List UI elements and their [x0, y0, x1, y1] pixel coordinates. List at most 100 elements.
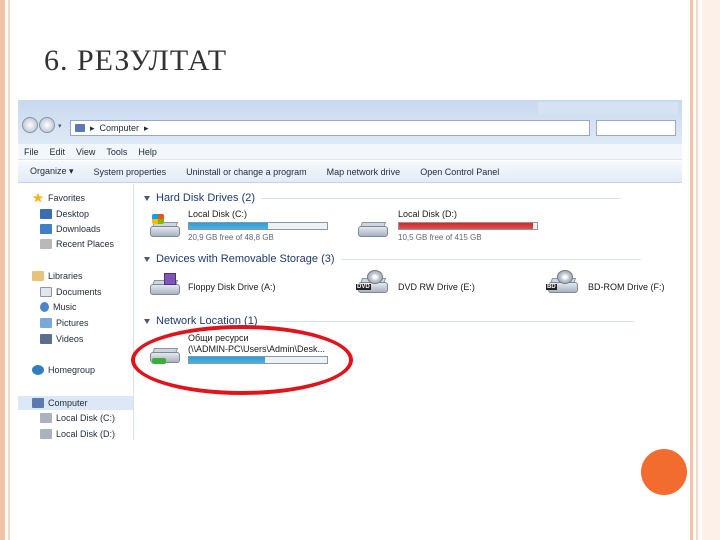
drive-name: Floppy Disk Drive (A:)	[188, 282, 276, 292]
sidebar-item-label: Pictures	[56, 318, 89, 328]
sidebar-item-music[interactable]: Music	[40, 301, 77, 313]
downloads-icon	[40, 224, 52, 234]
collapse-triangle-icon	[144, 256, 150, 262]
sidebar-item-documents[interactable]: Documents	[40, 286, 102, 298]
menu-tools[interactable]: Tools	[106, 147, 127, 157]
group-divider	[263, 320, 634, 322]
group-divider	[261, 197, 622, 199]
chevron-right-icon[interactable]: ▸	[144, 123, 149, 134]
drive-item-bd[interactable]: BD BD-ROM Drive (F:)	[546, 270, 678, 304]
sidebar-item-homegroup[interactable]: Homegroup	[32, 364, 95, 376]
group-header-hard-disks[interactable]: Hard Disk Drives (2)	[144, 191, 622, 205]
group-header-removable[interactable]: Devices with Removable Storage (3)	[144, 252, 641, 266]
sidebar-item-label: Recent Places	[56, 239, 115, 249]
menu-help[interactable]: Help	[138, 147, 157, 157]
sidebar-item-downloads[interactable]: Downloads	[40, 223, 101, 235]
libraries-icon	[32, 271, 44, 281]
navigation-pane: Favorites Desktop Downloads Recent Place…	[18, 184, 134, 440]
sidebar-item-favorites[interactable]: Favorites	[32, 192, 85, 204]
drive-name: Local Disk (D:)	[398, 209, 458, 219]
menu-view[interactable]: View	[76, 147, 95, 157]
free-space-text: 20,9 GB free of 48,8 GB	[188, 233, 274, 242]
menu-bar: File Edit View Tools Help	[18, 144, 682, 160]
search-input[interactable]	[596, 120, 676, 136]
drive-name: DVD RW Drive (E:)	[398, 282, 475, 292]
desktop-icon	[40, 209, 52, 219]
sidebar-item-label: Videos	[56, 334, 84, 344]
drive-icon	[40, 413, 52, 423]
sidebar-item-videos[interactable]: Videos	[40, 333, 83, 345]
explorer-window: ▾ ▸ Computer ▸ File Edit View Tools Help…	[18, 100, 682, 440]
forward-button[interactable]	[39, 117, 55, 133]
drive-item-dvd[interactable]: DVD DVD RW Drive (E:)	[356, 270, 508, 304]
floppy-drive-icon	[150, 272, 180, 298]
menu-edit[interactable]: Edit	[50, 147, 66, 157]
sidebar-item-libraries[interactable]: Libraries	[32, 270, 83, 282]
videos-icon	[40, 334, 52, 344]
sidebar-item-local-c[interactable]: Local Disk (C:)	[40, 412, 115, 424]
sidebar-item-label: Favorites	[48, 193, 86, 203]
collapse-triangle-icon	[144, 195, 150, 201]
star-icon	[32, 192, 44, 203]
menu-file[interactable]: File	[24, 147, 39, 157]
title-bar: ▾ ▸ Computer ▸	[18, 100, 682, 144]
dvd-drive-icon: DVD	[356, 270, 388, 296]
hard-drive-icon	[150, 214, 180, 240]
sidebar-item-label: Computer	[48, 398, 88, 408]
drive-item-floppy[interactable]: Floppy Disk Drive (A:)	[150, 270, 320, 304]
recent-places-icon	[40, 239, 52, 249]
sidebar-item-label: Desktop	[56, 209, 90, 219]
slide-border-right-inner	[696, 0, 698, 540]
sidebar-item-label: Homegroup	[48, 365, 96, 375]
slide-title: 6. РЕЗУЛТАТ	[44, 44, 228, 77]
address-bar[interactable]: ▸ Computer ▸	[70, 120, 590, 136]
sidebar-item-label: Documents	[56, 287, 102, 297]
drive-name: Local Disk (C:)	[188, 209, 248, 219]
slide-border-right	[690, 0, 693, 540]
sidebar-item-local-d[interactable]: Local Disk (D:)	[40, 428, 115, 440]
sidebar-item-computer[interactable]: Computer	[32, 397, 88, 409]
group-title: Hard Disk Drives (2)	[156, 192, 256, 204]
window-controls[interactable]	[538, 102, 678, 114]
bd-badge: BD	[546, 284, 557, 290]
accent-dot	[641, 449, 687, 495]
sidebar-item-recent-places[interactable]: Recent Places	[40, 238, 114, 250]
hard-drive-icon	[358, 214, 388, 240]
sidebar-item-pictures[interactable]: Pictures	[40, 317, 89, 329]
bd-drive-icon: BD	[546, 270, 578, 296]
windows-logo-icon	[152, 214, 164, 224]
highlight-ellipse	[131, 325, 353, 395]
music-icon	[40, 302, 49, 312]
map-network-drive-button[interactable]: Map network drive	[327, 167, 401, 177]
open-control-panel-button[interactable]: Open Control Panel	[420, 167, 499, 177]
capacity-bar	[188, 222, 328, 230]
pictures-icon	[40, 318, 52, 328]
slide-border-left-inner	[8, 0, 10, 540]
drive-name: BD-ROM Drive (F:)	[588, 282, 665, 292]
content-pane: Hard Disk Drives (2) Local Disk (C:) 20,…	[136, 184, 682, 440]
sidebar-item-label: Local Disk (C:)	[56, 413, 116, 423]
homegroup-icon	[32, 365, 44, 375]
drive-item-c[interactable]: Local Disk (C:) 20,9 GB free of 48,8 GB	[150, 208, 360, 242]
command-bar: Organize ▾ System properties Uninstall o…	[18, 161, 682, 183]
documents-icon	[40, 287, 52, 297]
drive-icon	[40, 429, 52, 439]
recent-pages-dropdown[interactable]: ▾	[58, 122, 62, 130]
system-properties-button[interactable]: System properties	[94, 167, 167, 177]
group-divider	[340, 258, 641, 260]
chevron-right-icon: ▸	[90, 122, 95, 133]
slide-border-right-band	[702, 0, 720, 540]
back-button[interactable]	[22, 117, 38, 133]
drive-item-d[interactable]: Local Disk (D:) 10,5 GB free of 415 GB	[358, 208, 548, 242]
uninstall-program-button[interactable]: Uninstall or change a program	[186, 167, 307, 177]
sidebar-item-label: Downloads	[56, 224, 101, 234]
organize-button[interactable]: Organize ▾	[30, 166, 74, 177]
free-space-text: 10,5 GB free of 415 GB	[398, 233, 482, 242]
dvd-badge: DVD	[356, 284, 371, 290]
computer-icon	[75, 124, 85, 132]
collapse-triangle-icon	[144, 318, 150, 324]
sidebar-item-desktop[interactable]: Desktop	[40, 208, 89, 220]
capacity-fill	[399, 223, 533, 229]
sidebar-item-label: Local Disk (D:)	[56, 429, 116, 439]
address-path[interactable]: Computer	[100, 123, 140, 133]
